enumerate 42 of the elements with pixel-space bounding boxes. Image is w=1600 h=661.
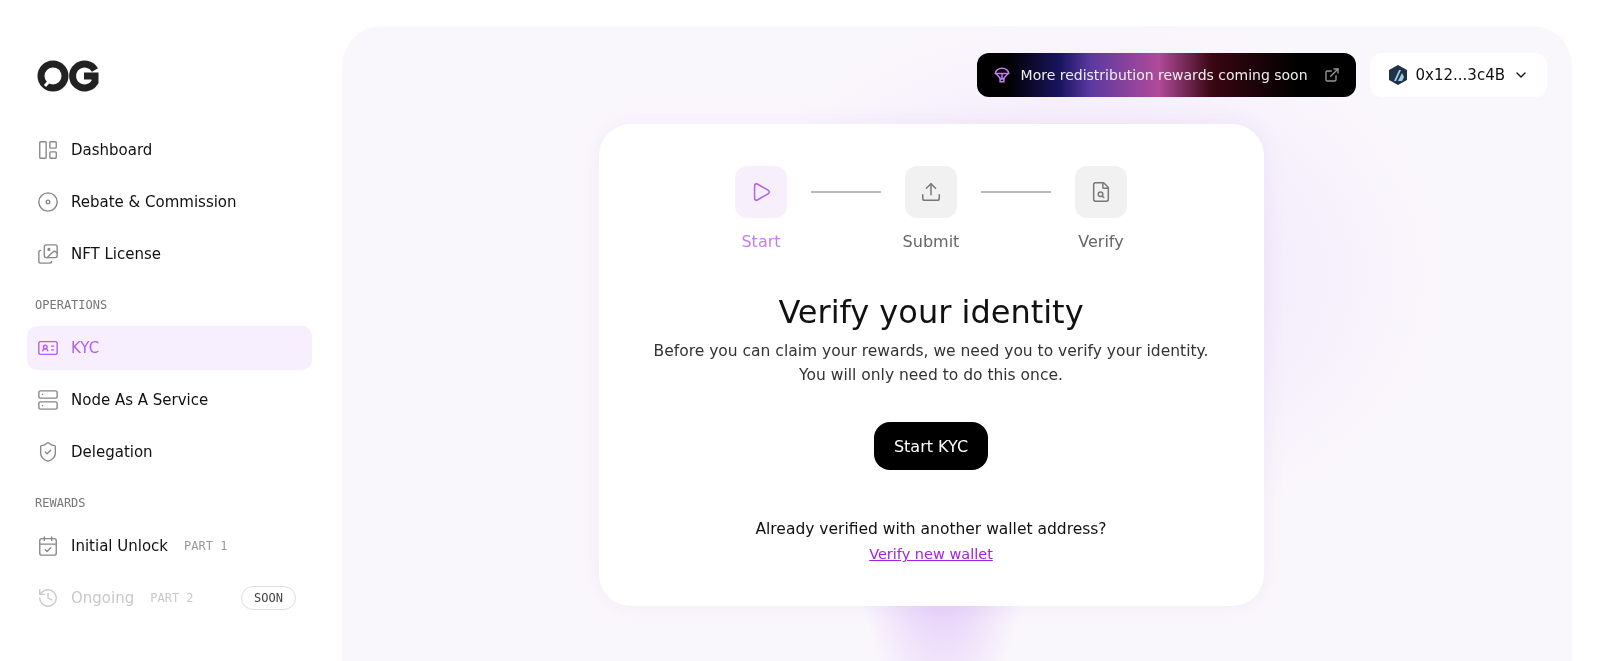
nav-label: Rebate & Commission <box>71 193 237 211</box>
card-title: Verify your identity <box>778 293 1084 331</box>
verify-wallet-link[interactable]: Verify new wallet <box>869 546 993 562</box>
logo-icon <box>37 60 101 92</box>
nav-icon <box>37 587 59 609</box>
nav-item[interactable]: Rebate & Commission <box>27 180 312 224</box>
nav-icon <box>37 441 59 463</box>
nav-label: Dashboard <box>71 141 153 159</box>
nav-icon <box>37 389 59 411</box>
description: Before you can claim your rewards, we need you to verify your identity. <box>653 341 1209 362</box>
nav-item[interactable]: NFT License <box>27 232 312 276</box>
part-tag: PART 1 <box>184 539 228 553</box>
nav-item[interactable]: Node As A Service <box>27 378 312 422</box>
section-title: OPERATIONS <box>34 297 109 314</box>
step-icon <box>920 181 942 203</box>
nav-icon <box>37 191 59 213</box>
step-label: Submit <box>902 232 960 251</box>
step-label: Start <box>741 232 781 251</box>
nav-item[interactable]: Dashboard <box>27 128 312 172</box>
nav-item[interactable]: Delegation <box>27 430 312 474</box>
step-label: Verify <box>1078 232 1124 251</box>
nav-label: NFT License <box>71 245 162 263</box>
section-title: REWARDS <box>34 495 87 512</box>
external-link-icon <box>1323 67 1340 83</box>
nav-label: Delegation <box>71 443 153 461</box>
banner-text: More redistribution rewards coming soon <box>1020 67 1308 83</box>
nav-label: Initial Unlock <box>71 537 169 555</box>
nav-item[interactable]: Initial Unlock PART 1 <box>27 524 312 568</box>
nav-icon <box>37 535 59 557</box>
rewards-banner[interactable]: More redistribution rewards coming soon <box>976 53 1356 97</box>
nav-icon <box>37 243 59 265</box>
nav-icon <box>37 139 59 161</box>
start-kyc-button[interactable]: Start KYC <box>873 422 989 470</box>
nav-label: Node As A Service <box>71 391 209 409</box>
description: You will only need to do this once. <box>799 365 1063 386</box>
parachute-icon <box>992 66 1011 84</box>
step-icon <box>1090 181 1112 203</box>
token-icon <box>1387 64 1408 86</box>
wallet-button[interactable]: 0x12...3c4B <box>1369 53 1547 97</box>
wallet-address: 0x12...3c4B <box>1415 66 1505 84</box>
nav-label: KYC <box>71 339 100 357</box>
question-text: Already verified with another wallet address? <box>755 520 1107 538</box>
